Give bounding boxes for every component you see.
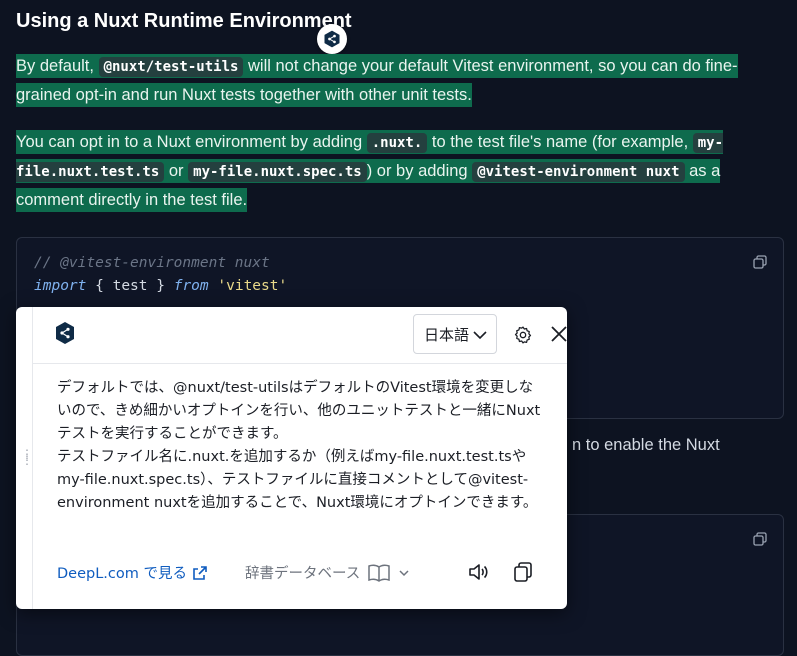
code-line-2: import { test } from 'vitest' xyxy=(34,278,288,294)
deepl-translation-popup: ⋮ ⋮ 日本語 デフォルトでは、@nuxt/test-utilsはデフォルトのVi… xyxy=(16,307,567,609)
copy-code-icon[interactable] xyxy=(753,255,767,269)
copy-code-icon[interactable] xyxy=(753,532,767,546)
grip-dots-icon[interactable]: ⋮ ⋮ xyxy=(21,448,33,466)
popup-header: 日本語 xyxy=(33,307,567,364)
external-link-icon xyxy=(193,565,207,580)
popup-footer: DeepL.com で見る 辞書データベース xyxy=(57,562,539,586)
inline-code-spec-file: my-file.nuxt.spec.ts xyxy=(188,162,367,182)
close-icon[interactable] xyxy=(550,325,568,343)
copy-icon[interactable] xyxy=(511,560,535,584)
target-language-select[interactable]: 日本語 xyxy=(413,314,497,354)
chevron-down-icon xyxy=(473,331,487,340)
opt-in-paragraph: You can opt in to a Nuxt environment by … xyxy=(16,128,786,214)
page-heading: Using a Nuxt Runtime Environment xyxy=(16,10,352,32)
obscured-paragraph-text: n to enable the Nuxt xyxy=(572,436,720,454)
open-deepl-link[interactable]: DeepL.com で見る xyxy=(57,562,207,583)
drag-handle[interactable]: ⋮ ⋮ xyxy=(16,307,33,609)
translation-text: デフォルトでは、@nuxt/test-utilsはデフォルトのVitest環境を… xyxy=(57,380,541,511)
inline-code-test-utils: @nuxt/test-utils xyxy=(98,57,244,77)
chevron-down-icon xyxy=(399,569,409,576)
deepl-logo-icon xyxy=(56,322,74,344)
book-icon xyxy=(368,564,391,582)
dictionary-toggle[interactable]: 辞書データベース xyxy=(245,562,410,583)
deepl-floating-button[interactable] xyxy=(317,24,347,54)
deepl-logo-icon xyxy=(324,30,340,48)
inline-code-vitest-env: @vitest-environment nuxt xyxy=(472,162,685,182)
selected-language: 日本語 xyxy=(424,326,470,344)
intro-paragraph: By default, @nuxt/test-utils will not ch… xyxy=(16,52,786,109)
inline-code-nuxt: .nuxt. xyxy=(366,133,428,153)
gear-icon[interactable] xyxy=(513,325,533,345)
code-line-1: // @vitest-environment nuxt xyxy=(34,255,270,271)
speaker-icon[interactable] xyxy=(467,560,491,584)
